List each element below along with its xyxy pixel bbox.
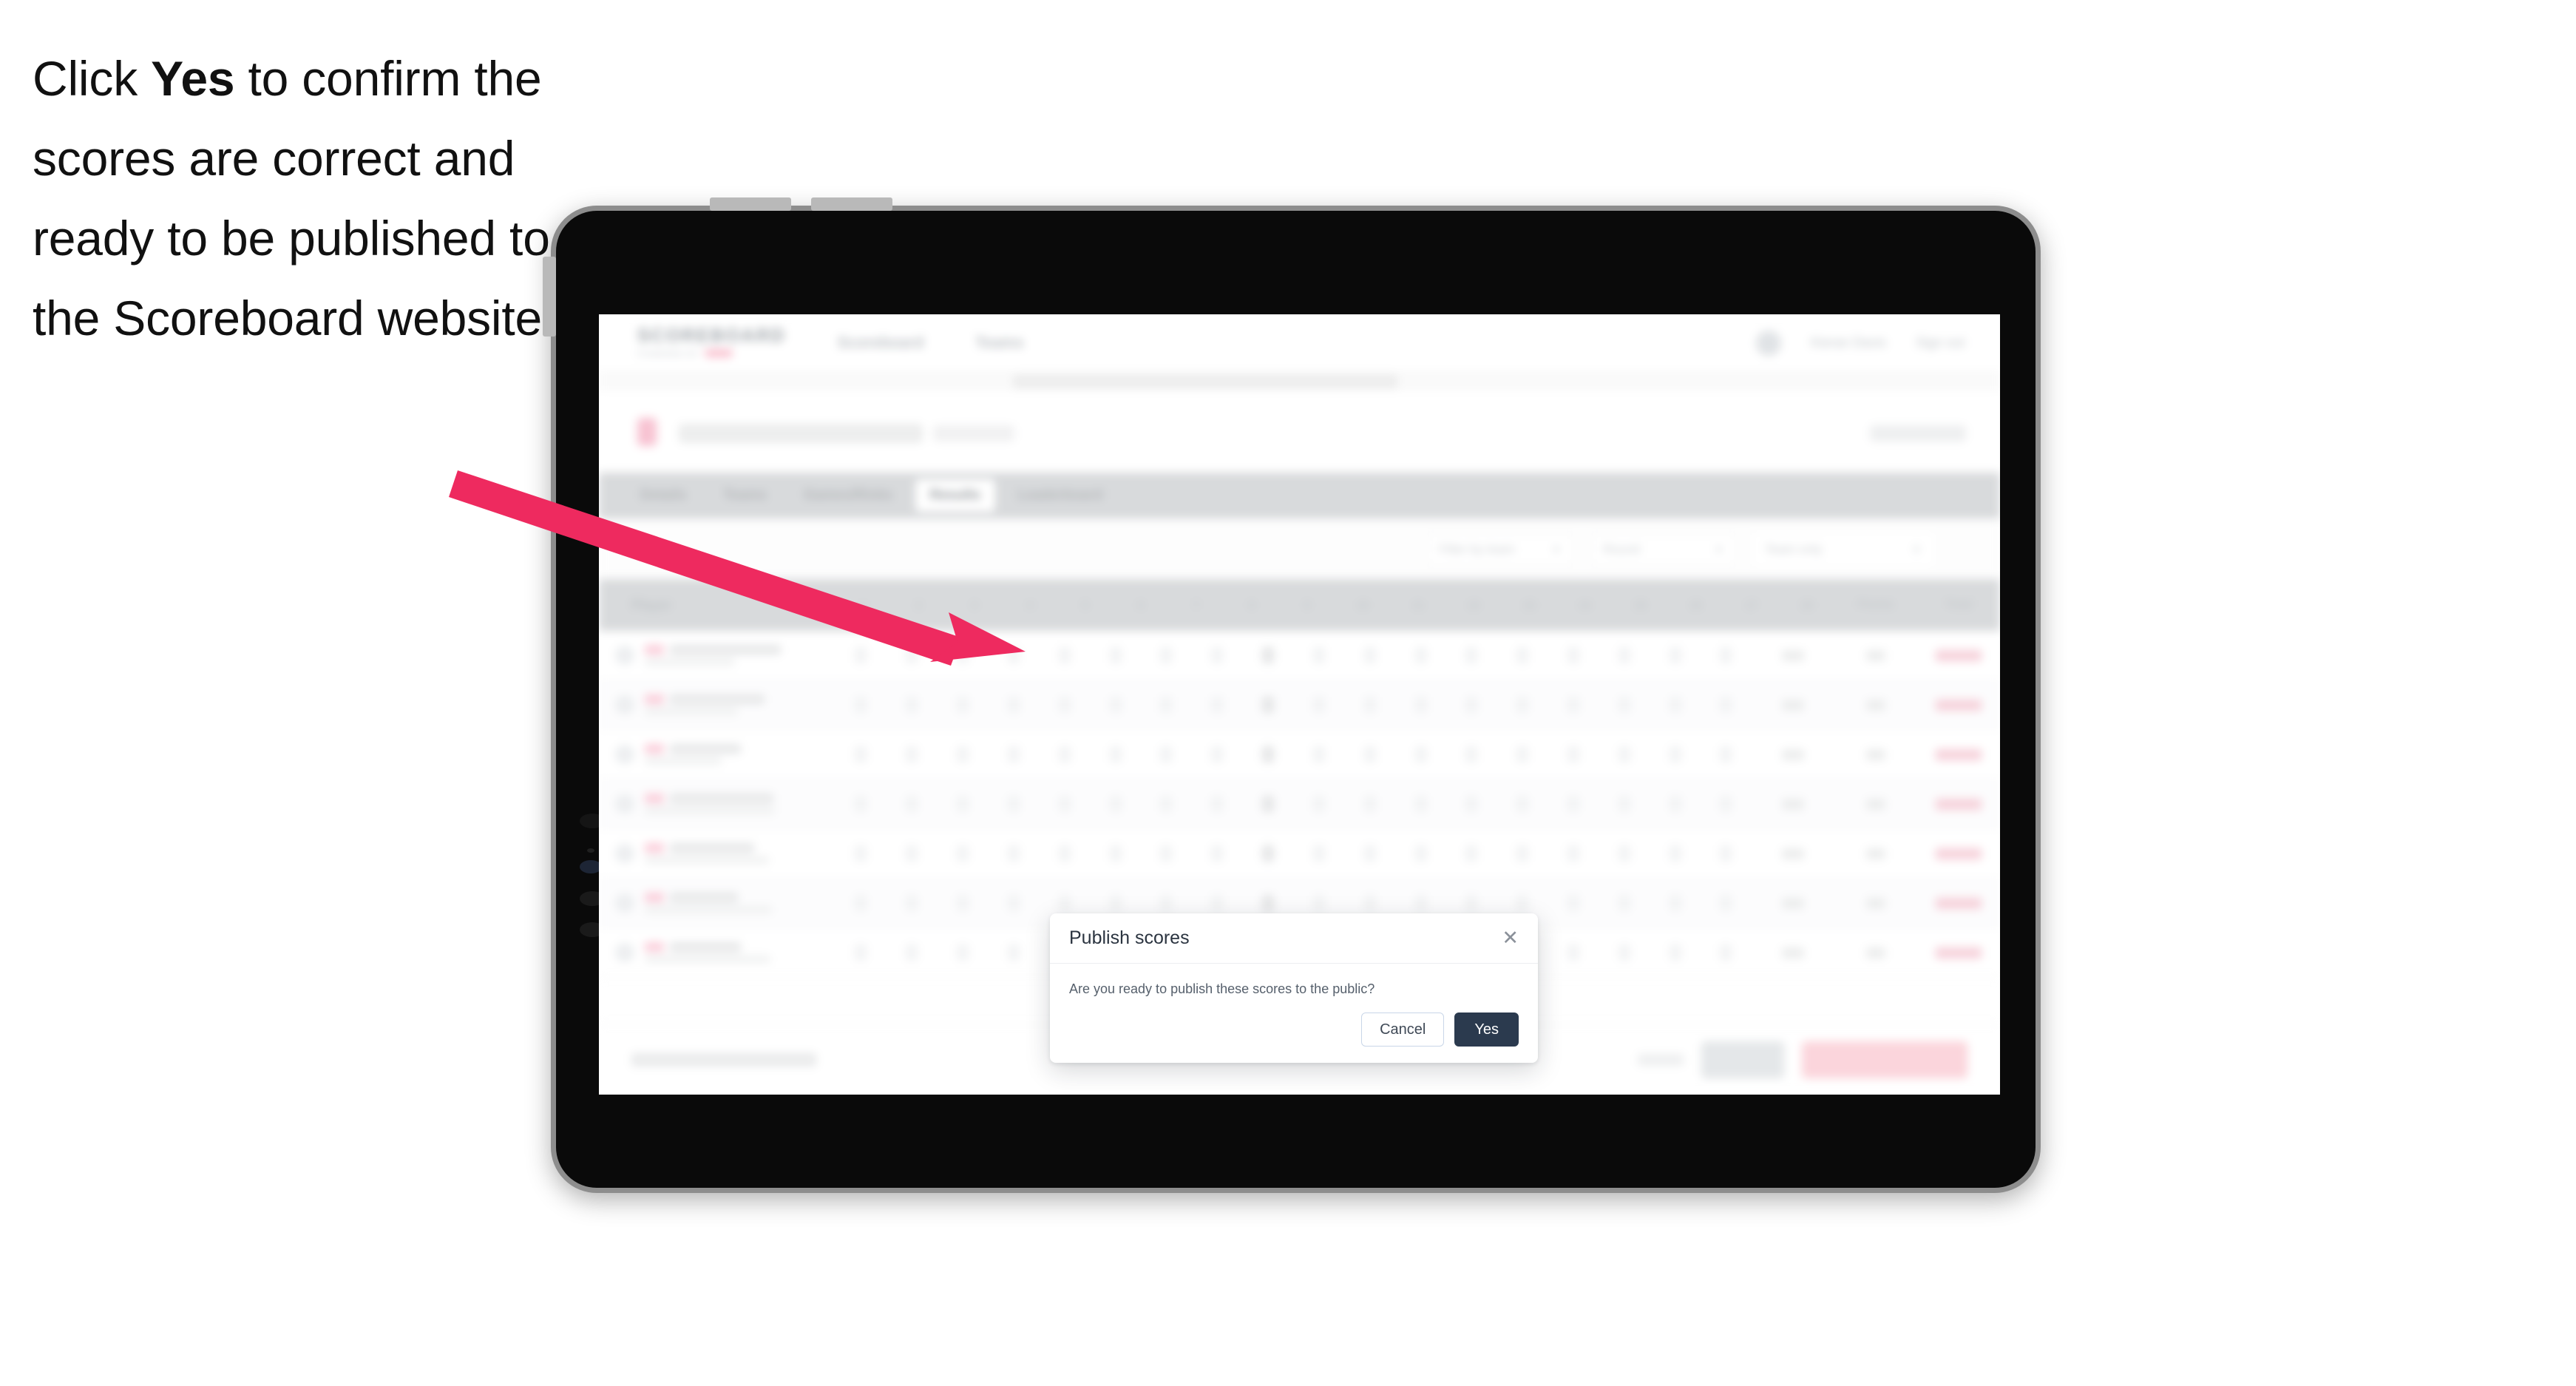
dialog-body: Are you ready to publish these scores to… bbox=[1050, 964, 1538, 997]
dialog-message: Are you ready to publish these scores to… bbox=[1069, 981, 1375, 996]
dialog-title: Publish scores bbox=[1069, 927, 1190, 948]
tablet-device: SCOREBOARD POWERED BY Scoreboard Teams K… bbox=[543, 197, 2041, 1193]
power-button[interactable] bbox=[543, 257, 556, 337]
volume-down-button[interactable] bbox=[811, 197, 892, 211]
yes-button[interactable]: Yes bbox=[1454, 1013, 1519, 1047]
publish-scores-dialog: Publish scores ✕ Are you ready to publis… bbox=[1050, 913, 1538, 1063]
caption-bold-word: Yes bbox=[151, 51, 235, 106]
instruction-caption: Click Yes to confirm the scores are corr… bbox=[33, 38, 594, 358]
close-icon[interactable]: ✕ bbox=[1502, 928, 1519, 948]
sensor-dot-icon bbox=[587, 848, 594, 853]
dialog-header: Publish scores ✕ bbox=[1050, 913, 1538, 964]
dialog-footer: Cancel Yes bbox=[1361, 1013, 1519, 1047]
cancel-button[interactable]: Cancel bbox=[1361, 1013, 1445, 1047]
volume-up-button[interactable] bbox=[710, 197, 791, 211]
tablet-screen: SCOREBOARD POWERED BY Scoreboard Teams K… bbox=[599, 314, 2000, 1095]
screenshot-stage: Click Yes to confirm the scores are corr… bbox=[0, 0, 2576, 1386]
caption-prefix: Click bbox=[33, 51, 152, 106]
